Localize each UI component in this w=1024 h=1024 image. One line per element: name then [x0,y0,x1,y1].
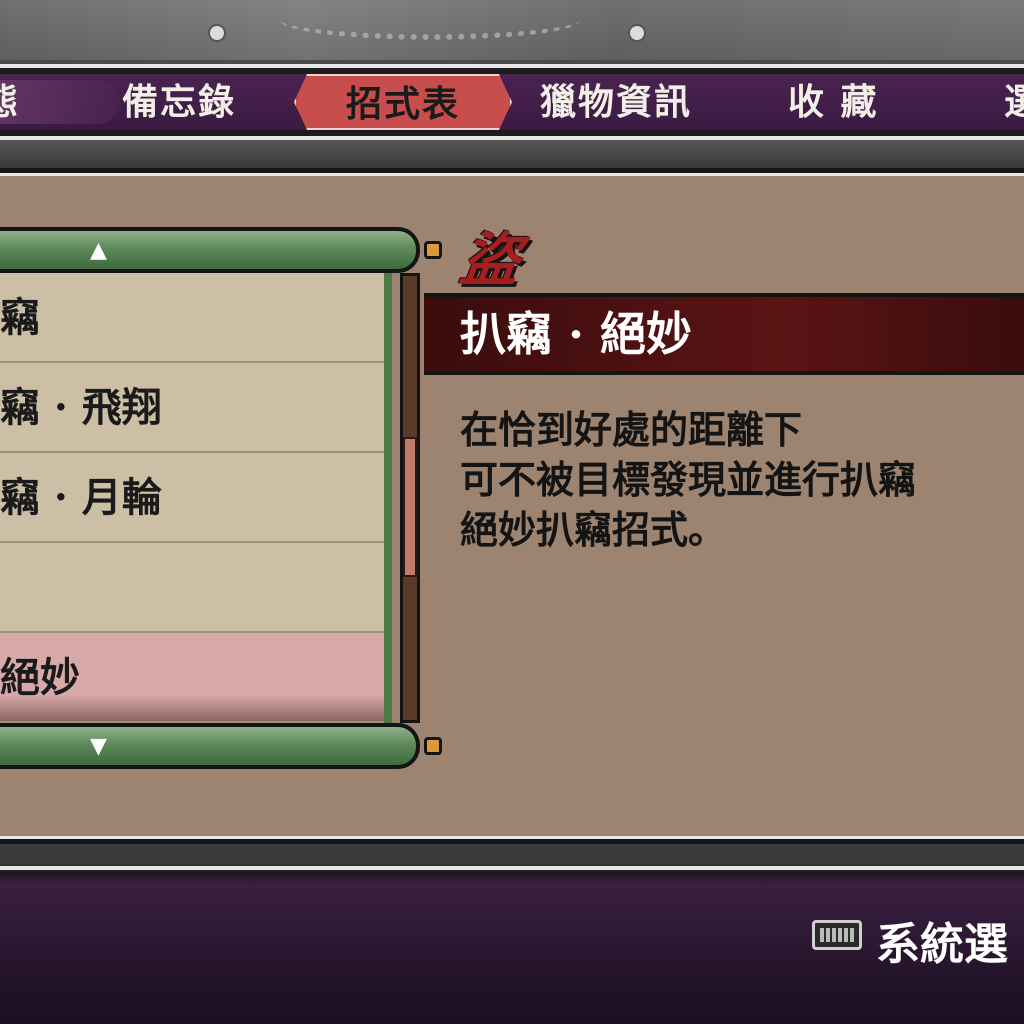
scroll-rod-bottom: ▼ [0,723,442,769]
detail-description: 在恰到好處的距離下 可不被目標發現並進行扒竊 絕妙扒竊招式。 [460,407,917,552]
detail-title-bar: 扒竊 · 絕妙 [424,293,1024,375]
background-rope [280,0,580,40]
tab-options[interactable]: 選 [1004,74,1024,130]
tab-memo[interactable]: 備忘錄 [122,74,236,130]
menu-tab-bar: 態 備忘錄 招式表 獵物資訊 收 藏 選 [0,64,1024,140]
crest-icon [628,24,646,42]
tab-prey-info[interactable]: 獵物資訊 [540,74,692,130]
list-item-selected[interactable]: 絕妙 [0,633,384,723]
tab-collection[interactable]: 收 藏 [788,74,879,130]
scrollbar-thumb[interactable] [403,437,417,577]
system-options-button[interactable]: 系統選 [876,908,1008,972]
crest-icon [208,24,226,42]
list-item[interactable]: 竊 · 飛翔 [0,363,384,453]
detail-title: 扒竊 · 絕妙 [460,307,693,361]
tab-move-list[interactable]: 招式表 [294,74,512,130]
steal-category-icon: 盜 [456,226,524,294]
keyboard-icon [812,920,862,950]
scroll-rod-top: ▲ [0,227,442,273]
bottom-bar: 系統選 [0,844,1024,1024]
move-list: 竊 竊 · 飛翔 竊 · 月輪 絕妙 [0,273,392,723]
list-item[interactable] [0,543,384,633]
scroll-up-icon[interactable]: ▲ [90,239,107,263]
rod-cap [424,241,442,259]
scroll-down-icon[interactable]: ▼ [90,735,107,759]
divider-strip [0,140,1024,168]
list-item[interactable]: 竊 [0,273,384,363]
tab-status[interactable]: 態 [0,74,20,130]
main-panel: ▲ 竊 竊 · 飛翔 竊 · 月輪 絕妙 ▼ 盜 扒竊 · 絕妙 在恰到好處的距… [0,168,1024,844]
rod-cap [424,737,442,755]
move-list-scroll: ▲ 竊 竊 · 飛翔 竊 · 月輪 絕妙 ▼ [0,227,442,777]
list-item[interactable]: 竊 · 月輪 [0,453,384,543]
bottom-divider [0,866,1024,870]
